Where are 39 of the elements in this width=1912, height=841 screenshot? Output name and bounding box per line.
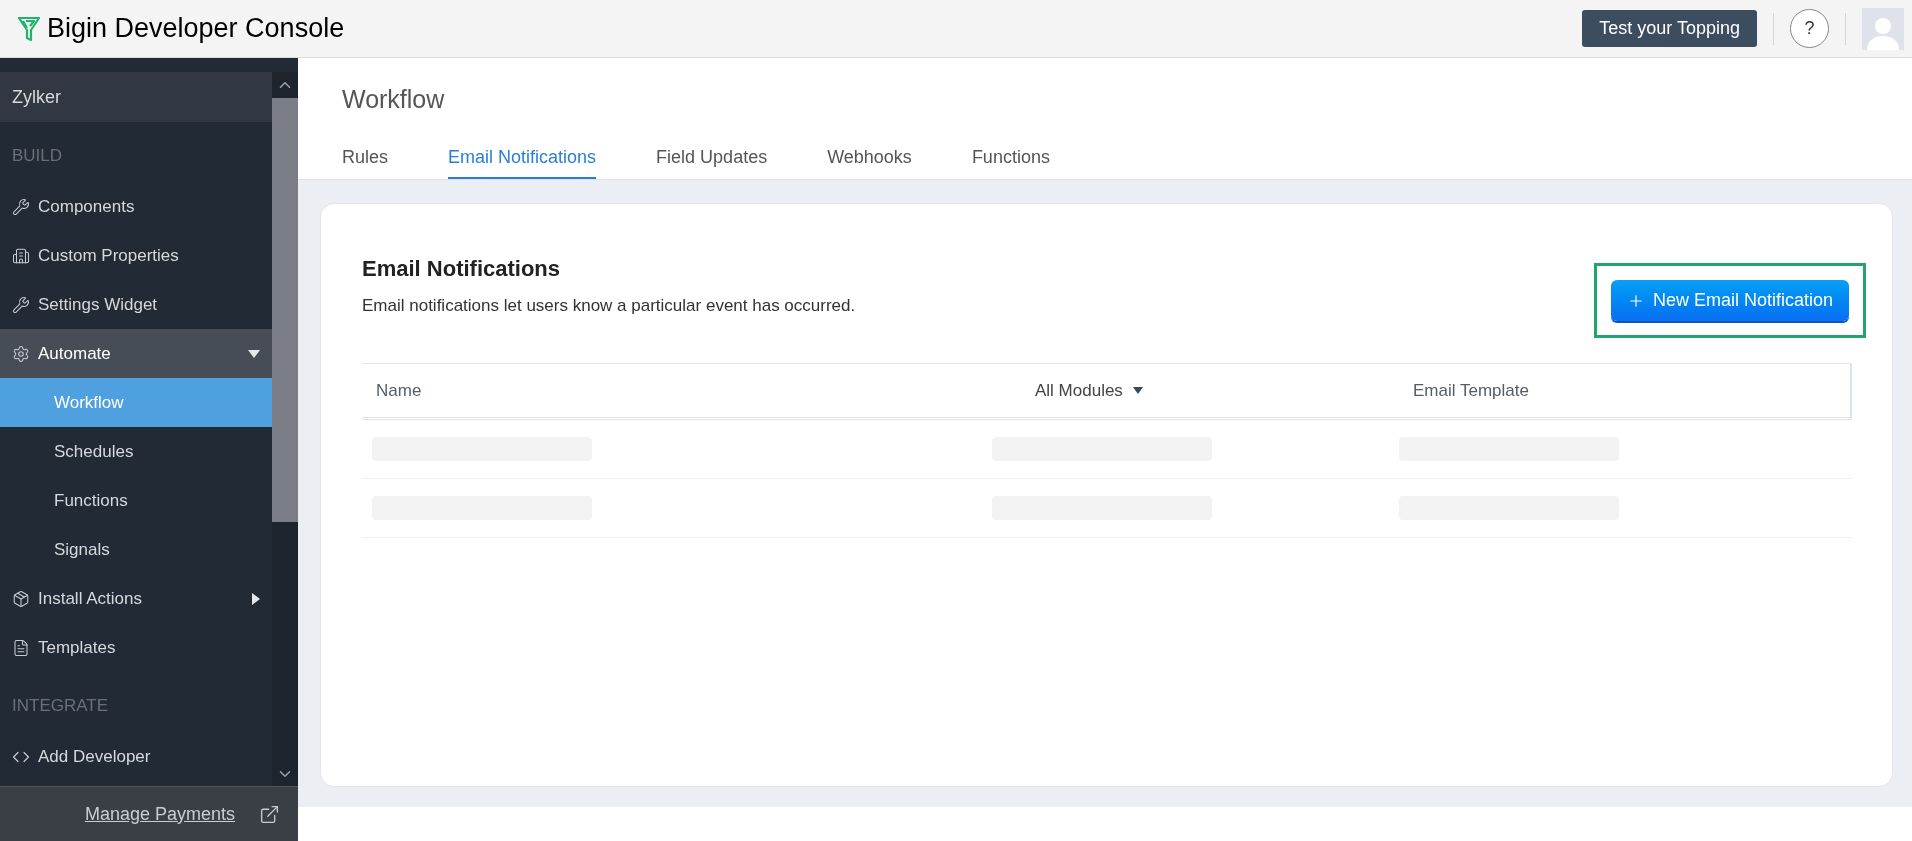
- wrench-icon: [12, 197, 30, 216]
- sidebar-item[interactable]: Custom Properties: [0, 231, 272, 280]
- sidebar-item[interactable]: Add Developer: [0, 732, 272, 781]
- caret-right-icon: [252, 592, 260, 605]
- logo-icon: [17, 15, 41, 42]
- app-title: Bigin Developer Console: [47, 12, 345, 46]
- sidebar-subitem[interactable]: Schedules: [0, 427, 272, 476]
- column-header: Name: [376, 379, 422, 402]
- page-title: Workflow: [341, 84, 446, 115]
- sidebar-subitem[interactable]: Signals: [0, 525, 272, 574]
- section-description: Email notifications let users know a particular event has occurred.: [362, 295, 857, 317]
- tab[interactable]: Functions: [971, 144, 1050, 179]
- sidebar-item[interactable]: Components: [0, 182, 272, 231]
- sidebar-item[interactable]: Templates: [0, 623, 272, 672]
- column-header: Email Template: [1413, 379, 1529, 402]
- section-title: Email Notifications: [362, 255, 562, 283]
- wrench-icon: [12, 295, 30, 314]
- section-label: BUILD: [12, 145, 63, 168]
- sidebar-subitem[interactable]: Functions: [0, 476, 272, 525]
- document-icon: [12, 638, 30, 657]
- sidebar-item[interactable]: Settings Widget: [0, 280, 272, 329]
- building-icon: [12, 246, 30, 265]
- tab[interactable]: Field Updates: [656, 144, 768, 179]
- external-link-icon[interactable]: [259, 803, 280, 825]
- tab[interactable]: Rules: [342, 144, 389, 179]
- help-button[interactable]: ?: [1790, 9, 1829, 48]
- sidebar-group[interactable]: Automate: [0, 329, 272, 378]
- section-label: INTEGRATE: [12, 695, 109, 718]
- caret-down-icon: [248, 349, 260, 358]
- box-icon: [12, 589, 30, 608]
- gear-icon: [12, 344, 30, 363]
- test-button[interactable]: Test your Topping: [1582, 10, 1757, 47]
- tab[interactable]: Webhooks: [827, 144, 912, 179]
- scrollbar[interactable]: [272, 72, 298, 786]
- new-email-notification-button[interactable]: New Email Notification: [1610, 280, 1849, 321]
- sidebar-group[interactable]: Install Actions: [0, 574, 272, 623]
- caret-down-icon[interactable]: [1132, 387, 1143, 394]
- org-selector[interactable]: Zylker: [0, 72, 272, 122]
- column-filter[interactable]: All Modules: [1035, 377, 1143, 404]
